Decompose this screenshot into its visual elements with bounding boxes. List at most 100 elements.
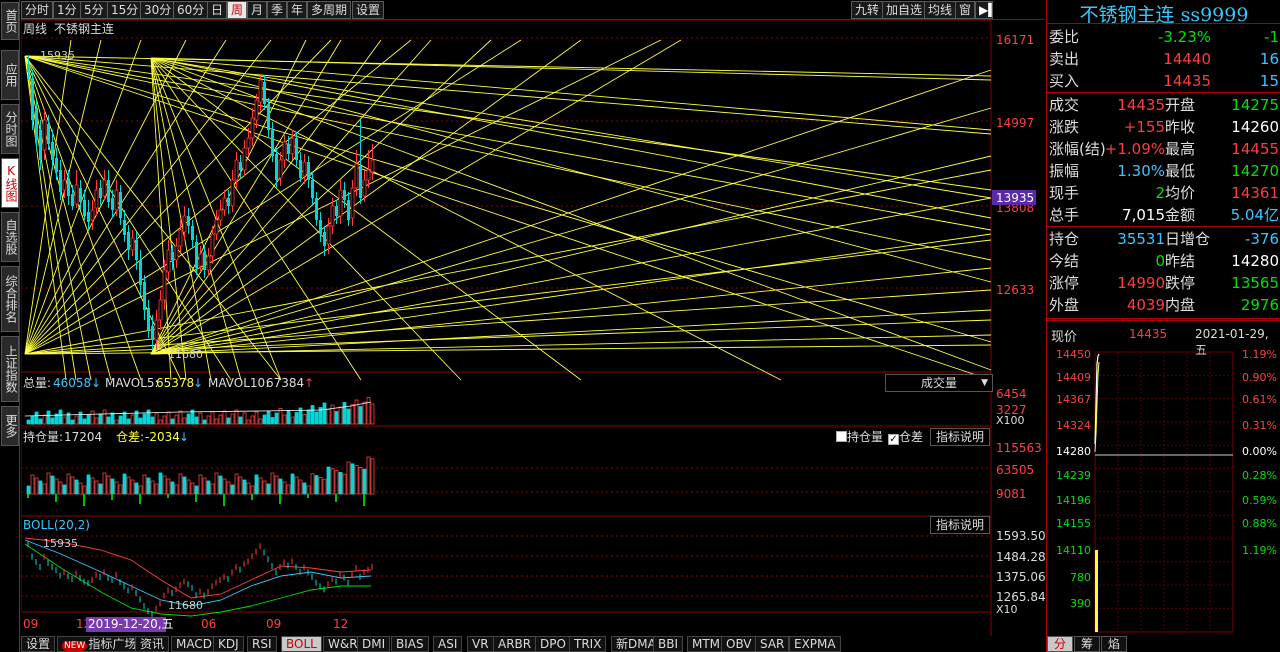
candle-body (246, 137, 251, 149)
tab-chips[interactable]: 筹 (1074, 636, 1100, 652)
period-60min[interactable]: 60分 (173, 1, 209, 19)
nav-timeshare[interactable]: 分时图 (1, 104, 19, 154)
period-day[interactable]: 日 (207, 1, 228, 19)
indicator-tab-3[interactable]: MACD (171, 636, 217, 652)
indicator-tab-16[interactable]: BBI (653, 636, 684, 652)
candle-body (323, 232, 326, 246)
window-button[interactable]: 窗 (955, 1, 976, 19)
instrument-label: 不锈钢主连 (54, 21, 114, 36)
candle-body (127, 232, 130, 250)
oi-bar (214, 472, 219, 495)
candle-body (263, 82, 266, 104)
indicator-tab-5[interactable]: RSI (247, 636, 277, 652)
boll-explain-button[interactable]: 指标说明 (930, 516, 990, 534)
indicator-dropdown[interactable]: 成交量 ▼ (885, 374, 993, 392)
mini-timeshare-chart[interactable]: 14450 14409 14367 14324 14280 14239 14196 14155… (1047, 344, 1280, 636)
candle-body (174, 245, 179, 261)
period-1min[interactable]: 1分 (53, 1, 81, 19)
nav-sh-index[interactable]: 上证指数 (1, 336, 19, 402)
candle-body (135, 240, 138, 260)
add-watchlist-button[interactable]: 加自选 (882, 1, 927, 19)
nav-ranking[interactable]: 综合排名 (1, 266, 19, 332)
candle-body (302, 161, 307, 177)
oi-diff-bar (223, 494, 225, 506)
period-15min[interactable]: 15分 (107, 1, 143, 19)
oi-checkbox[interactable]: 持仓量 (836, 429, 883, 445)
quote-label: 持仓 (1049, 230, 1080, 248)
indicator-tab-2[interactable]: 资讯 (135, 636, 170, 652)
indicator-tab-20[interactable]: EXPMA (789, 636, 841, 652)
period-week[interactable]: 周 (227, 1, 248, 19)
candle-body (31, 80, 34, 120)
chart-area[interactable]: 周线 不锈钢主连 15935 11680 16171 14997 13808 1… (21, 20, 1045, 636)
indicator-dropdown-label: 成交量 (920, 376, 957, 390)
indicator-tab-14[interactable]: TRIX (569, 636, 607, 652)
indicator-tab-19[interactable]: SAR (755, 636, 790, 652)
volume-bar (314, 411, 319, 425)
indicator-tab-18[interactable]: OBV (721, 636, 757, 652)
gann-line (24, 55, 232, 381)
indicator-tab-6[interactable]: BOLL (281, 636, 322, 652)
oi-bar (230, 484, 235, 495)
quote-label: 买入 (1049, 72, 1080, 90)
period-30min[interactable]: 30分 (140, 1, 176, 19)
nav-more[interactable]: 更多 (1, 406, 19, 446)
indicator-tab-13[interactable]: DPO (535, 636, 571, 652)
oi-diff-bar (83, 494, 85, 506)
left-nav: 首页 应用 分时图 K线图 自选股 综合排名 上证指数 更多 (0, 0, 20, 652)
mini-right-tick: 0.00% (1242, 445, 1277, 458)
volume-bar (274, 412, 279, 425)
candle-body (350, 187, 355, 219)
indicator-tab-9[interactable]: BIAS (391, 636, 429, 652)
oi-bar (326, 466, 331, 495)
quote-value: 14270 (1231, 162, 1279, 180)
candle-body (102, 179, 107, 197)
oi-bar (94, 480, 99, 495)
oi-bar (218, 475, 223, 495)
tab-timeshare[interactable]: 分 (1047, 636, 1073, 652)
oi-bar (178, 473, 183, 495)
indicator-tab-4[interactable]: KDJ (213, 636, 244, 652)
oi-bar (274, 475, 279, 495)
volume-bar (110, 412, 115, 425)
oi-diff-checkbox[interactable]: ✓仓差 (888, 429, 923, 445)
oi-bar (282, 481, 287, 495)
indicator-tab-17[interactable]: MTM (687, 636, 726, 652)
nav-watchlist[interactable]: 自选股 (1, 212, 19, 262)
candle-body (198, 253, 203, 267)
period-5min[interactable]: 5分 (80, 1, 108, 19)
indicator-tab-12[interactable]: ARBR (493, 636, 537, 652)
tab-flame[interactable]: 焰 (1101, 636, 1127, 652)
indicator-tab-1[interactable]: NEW 指标广场 (57, 636, 142, 652)
oi-bar (314, 475, 319, 495)
period-year[interactable]: 年 (287, 1, 308, 19)
volume-bar (90, 410, 95, 425)
period-timeshare[interactable]: 分时 (21, 1, 54, 19)
nine-turn-button[interactable]: 九转 (851, 1, 884, 19)
period-settings[interactable]: 设置 (352, 1, 385, 19)
ma-button[interactable]: 均线 (924, 1, 957, 19)
indicator-tab-0[interactable]: 设置 (21, 636, 56, 652)
mini-right-tick: 0.31% (1242, 419, 1277, 432)
quote-value: 14260 (1231, 118, 1279, 136)
period-quarter[interactable]: 季 (267, 1, 288, 19)
volume-bar (286, 410, 291, 425)
quote-value: -3.23% (1157, 28, 1211, 46)
collapse-panel-icon[interactable]: ▶▍ (975, 1, 997, 19)
period-month[interactable]: 月 (247, 1, 268, 19)
indicator-tab-8[interactable]: DMI (357, 636, 391, 652)
oi-bar (310, 473, 315, 495)
nav-home[interactable]: 首页 (1, 2, 19, 40)
indicator-tab-10[interactable]: ASI (433, 636, 463, 652)
oi-bar (346, 461, 351, 495)
high-marker: 15935 (40, 49, 75, 62)
oi-bar (102, 472, 107, 495)
volume-bar (166, 411, 171, 425)
nav-apps[interactable]: 应用 (1, 50, 19, 100)
candle-body (214, 219, 219, 235)
period-multi[interactable]: 多周期 (307, 1, 352, 19)
candle-body (295, 138, 298, 160)
oi-explain-button[interactable]: 指标说明 (930, 428, 990, 446)
nav-kline[interactable]: K线图 (1, 158, 19, 208)
indicator-tab-11[interactable]: VR (467, 636, 494, 652)
